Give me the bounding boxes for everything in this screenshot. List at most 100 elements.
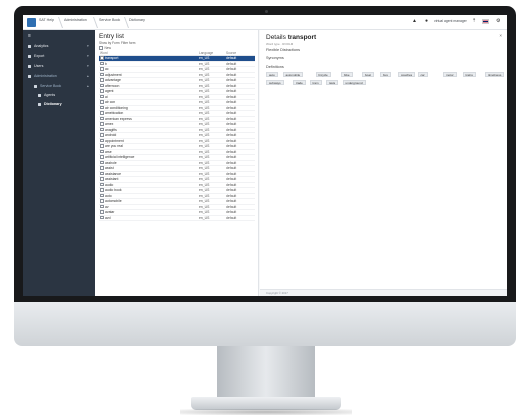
row-checkbox[interactable] <box>100 182 104 187</box>
select-all-checkbox[interactable] <box>99 46 103 50</box>
sidebar-item-label: Dictionary <box>44 102 62 106</box>
row-checkbox[interactable] <box>100 171 104 176</box>
row-checkbox[interactable] <box>100 204 104 209</box>
sidebar-item-dictionary[interactable]: Dictionary <box>23 100 95 108</box>
row-checkbox[interactable] <box>100 61 104 66</box>
row-checkbox[interactable] <box>100 105 104 110</box>
row-checkbox[interactable] <box>100 215 104 220</box>
definition-chip[interactable]: bicycle <box>315 72 331 77</box>
pin-icon[interactable]: ⇡ <box>472 19 476 24</box>
breadcrumb-administration[interactable]: Administration <box>64 18 87 23</box>
menu-icon[interactable]: ≡ <box>28 34 31 39</box>
table-row[interactable]: avd en_US default <box>99 215 255 221</box>
definition-chip[interactable]: tram <box>309 80 322 85</box>
row-checkbox[interactable] <box>100 144 104 148</box>
word-text: b <box>105 61 107 66</box>
new-label: New <box>104 46 111 50</box>
definition-chip[interactable]: timeliness <box>485 72 505 77</box>
definition-chip[interactable]: car <box>417 72 428 77</box>
sidebar-item-export[interactable]: Export ▾ <box>23 52 95 60</box>
sidebar-item-users[interactable]: Users ▾ <box>23 62 95 70</box>
row-checkbox[interactable] <box>100 155 104 159</box>
row-checkbox[interactable] <box>100 133 104 137</box>
definition-chip[interactable]: boat <box>362 72 374 77</box>
chevron-down-icon: ▾ <box>87 44 89 48</box>
filter-form-input[interactable]: Filter form <box>121 41 135 45</box>
sidebar-item-label: Administration <box>34 74 57 78</box>
word-text: android <box>105 133 117 137</box>
row-checkbox[interactable] <box>100 83 104 88</box>
definition-chip[interactable]: underground <box>342 80 366 85</box>
row-checkbox[interactable] <box>100 100 104 104</box>
breadcrumb-separator <box>118 17 130 28</box>
row-checkbox[interactable] <box>100 166 104 170</box>
word-text: air con <box>105 100 116 104</box>
row-checkbox[interactable] <box>100 127 104 132</box>
row-checkbox[interactable] <box>100 177 104 181</box>
definition-chip[interactable]: motor <box>443 72 457 77</box>
breadcrumb-service-book[interactable]: Service Book <box>99 18 120 23</box>
sidebar-item-analytics[interactable]: Analytics ▾ <box>23 42 95 50</box>
row-checkbox[interactable] <box>100 138 104 143</box>
breadcrumb-home[interactable]: SAT Help <box>39 18 54 23</box>
definition-chip[interactable]: subways <box>266 80 284 85</box>
row-checkbox[interactable] <box>100 72 104 77</box>
user-icon[interactable]: ● <box>425 19 428 24</box>
book-icon <box>34 84 37 88</box>
sidebar-item-service-book[interactable]: Service Book ▴ <box>23 82 95 90</box>
row-checkbox[interactable] <box>100 116 104 121</box>
sidebar-item-label: Analytics <box>34 44 49 48</box>
sidebar-item-label: Users <box>34 64 44 68</box>
settings-icon[interactable]: ⚙ <box>496 19 500 24</box>
close-icon[interactable]: × <box>499 33 502 38</box>
row-checkbox[interactable] <box>100 122 104 126</box>
word-text: assistant <box>105 177 119 181</box>
row-checkbox[interactable] <box>100 193 104 198</box>
stand-shadow <box>180 409 352 415</box>
chevron-up-icon: ▴ <box>87 74 89 78</box>
definition-chip[interactable]: automobile <box>282 72 304 77</box>
row-checkbox[interactable] <box>100 94 104 99</box>
definition-chip[interactable]: trade <box>293 80 306 85</box>
row-checkbox[interactable] <box>100 56 104 60</box>
word-text: audio <box>105 182 114 187</box>
row-checkbox[interactable] <box>100 199 104 203</box>
word-text: asshole <box>105 160 117 165</box>
row-checkbox[interactable] <box>100 149 104 154</box>
user-name[interactable]: virtual agent manager <box>434 19 467 23</box>
admin-icon <box>28 74 31 78</box>
definition-chip[interactable]: bus <box>380 72 391 77</box>
definition-chip[interactable]: taxis <box>326 80 339 85</box>
new-entry-row[interactable]: New <box>99 46 111 50</box>
sidebar-item-agents[interactable]: Agents <box>23 91 95 99</box>
row-checkbox[interactable] <box>100 210 104 214</box>
row-checkbox[interactable] <box>100 188 104 192</box>
chevron-up-icon: ▴ <box>87 84 89 88</box>
definition-chip[interactable]: trains <box>462 72 476 77</box>
breadcrumb-separator <box>52 17 64 28</box>
definition-chip[interactable]: bike <box>341 72 353 77</box>
bell-icon[interactable]: ▲ <box>412 19 417 24</box>
details-title-prefix: Details <box>266 34 286 41</box>
row-checkbox[interactable] <box>100 78 104 82</box>
row-checkbox[interactable] <box>100 89 104 93</box>
word-text: avd <box>105 215 111 220</box>
word-text: auto <box>105 193 112 198</box>
sidebar-item-administration[interactable]: Administration ▴ <box>23 72 95 80</box>
row-checkbox[interactable] <box>100 111 104 115</box>
word-text: arse <box>105 149 112 154</box>
language-flag-icon[interactable] <box>482 19 489 24</box>
word-text: assist <box>105 166 114 170</box>
word-text: appointment <box>105 138 124 143</box>
monitor: SAT Help Administration Service Book Dic… <box>14 6 516 346</box>
definition-chip[interactable]: auto <box>266 72 278 77</box>
word-text: ac <box>105 67 109 71</box>
details-meta: Word type · ROOLM <box>266 42 294 46</box>
row-checkbox[interactable] <box>100 160 104 165</box>
row-checkbox[interactable] <box>100 67 104 71</box>
details-title: Details transport <box>266 34 316 41</box>
definition-chip[interactable]: coaches <box>398 72 416 77</box>
entry-table: transport en_US default b en_US default ac en_U… <box>99 56 255 221</box>
details-panel: Details transport × Word type · ROOLM Fl… <box>260 30 507 289</box>
app-logo[interactable] <box>27 18 36 27</box>
